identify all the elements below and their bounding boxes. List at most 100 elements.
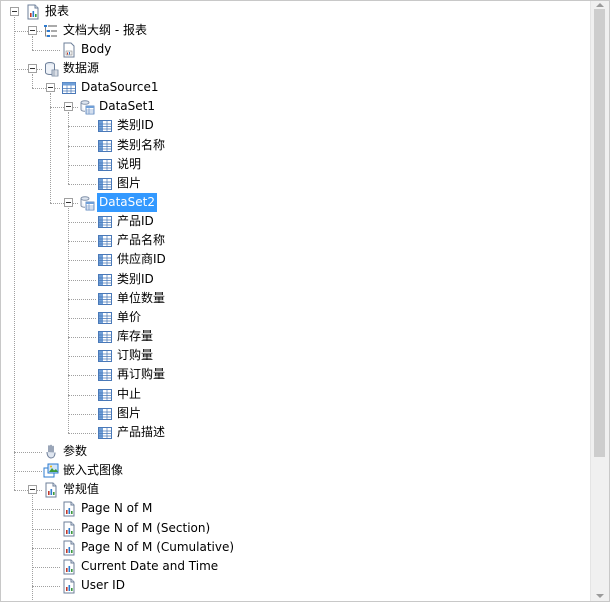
- tree-node-ds1-category-id[interactable]: 类别ID: [1, 116, 581, 135]
- image-icon: [43, 463, 59, 479]
- tree-node-label: 单价: [117, 309, 142, 324]
- tree-node-label: 文档大纲 - 报表: [63, 22, 147, 37]
- tree-node-dataset2[interactable]: DataSet2: [1, 193, 581, 212]
- dataset-icon: [79, 195, 95, 211]
- tree-node-label: 产品名称: [117, 233, 166, 248]
- collapse-toggle-icon[interactable]: [28, 485, 37, 495]
- tree-node-ds2-unit-qty[interactable]: 单位数量: [1, 289, 581, 308]
- field-icon: [97, 425, 113, 441]
- tree-node-label: 类别ID: [117, 118, 154, 133]
- outline-icon: [43, 23, 59, 39]
- tree-node-label: Page N of M (Section): [81, 520, 211, 535]
- dataset-icon: [79, 99, 95, 115]
- tree-node-label: 常规值: [63, 482, 100, 497]
- tree-node-report[interactable]: 报表: [1, 2, 581, 21]
- tree-node-ds2-stock[interactable]: 库存量: [1, 327, 581, 346]
- field-icon: [97, 406, 113, 422]
- tree-node-label: 中止: [117, 386, 142, 401]
- parameter-icon: [43, 444, 59, 460]
- tree-node-ds2-product-id[interactable]: 产品ID: [1, 212, 581, 231]
- tree-node-ds2-discontinued[interactable]: 中止: [1, 385, 581, 404]
- tree-node-label: 图片: [117, 405, 142, 420]
- value-icon: [61, 578, 77, 594]
- tree-node-label: 类别名称: [117, 137, 166, 152]
- collapse-toggle-icon[interactable]: [46, 83, 55, 93]
- value-icon: [61, 540, 77, 556]
- tree-node-label: 数据源: [63, 60, 100, 75]
- field-icon: [97, 367, 113, 383]
- tree-node-label: User ID: [81, 578, 125, 592]
- tree-node-ds2-picture[interactable]: 图片: [1, 404, 581, 423]
- tree-node-page-n-of-m-section[interactable]: Page N of M (Section): [1, 519, 581, 538]
- tree-node-label: DataSet1: [99, 99, 155, 114]
- tree-node-label: 产品ID: [117, 214, 154, 229]
- collapse-toggle-icon[interactable]: [28, 25, 37, 35]
- tree-node-label: 供应商ID: [117, 252, 166, 267]
- report-data-panel: 报表文档大纲 - 报表 Body 数据源 DataSource1 DataSet1 类别I…: [0, 0, 610, 602]
- tree-node-label: 单位数量: [117, 290, 166, 305]
- scroll-down-arrow-icon[interactable]: [596, 594, 604, 598]
- tree-node-ds1-description[interactable]: 说明: [1, 155, 581, 174]
- tree-node-label: 报表: [45, 3, 70, 18]
- value-icon: [61, 501, 77, 517]
- tree-node-ds1-picture[interactable]: 图片: [1, 174, 581, 193]
- tree-node-datasource1[interactable]: DataSource1: [1, 78, 581, 97]
- collapse-toggle-icon[interactable]: [64, 102, 73, 112]
- field-icon: [97, 387, 113, 403]
- field-icon: [97, 272, 113, 288]
- tree-node-label: DataSource1: [81, 80, 159, 95]
- tree-node-dataset1[interactable]: DataSet1: [1, 97, 581, 116]
- tree-node-parameters[interactable]: 参数: [1, 442, 581, 461]
- value-icon: [61, 559, 77, 575]
- tree-node-ds2-unit-price[interactable]: 单价: [1, 308, 581, 327]
- tree-node-outline[interactable]: 文档大纲 - 报表: [1, 21, 581, 40]
- report-icon: [25, 4, 41, 20]
- tree-node-label: 再订购量: [117, 367, 166, 382]
- tree-node-label: 产品描述: [117, 424, 166, 439]
- report-data-tree: 报表文档大纲 - 报表 Body 数据源 DataSource1 DataSet1 类别I…: [1, 1, 589, 601]
- tree-node-embedded-images[interactable]: 嵌入式图像: [1, 461, 581, 480]
- field-icon: [97, 291, 113, 307]
- tree-node-label: 订购量: [117, 348, 154, 363]
- collapse-toggle-icon[interactable]: [64, 198, 73, 207]
- tree-node-current-date-time[interactable]: Current Date and Time: [1, 557, 581, 576]
- field-icon: [97, 233, 113, 249]
- field-icon: [97, 214, 113, 230]
- tree-node-ds2-product-name[interactable]: 产品名称: [1, 231, 581, 250]
- field-icon: [97, 252, 113, 268]
- collapse-toggle-icon[interactable]: [10, 6, 19, 16]
- field-icon: [97, 157, 113, 173]
- tree-node-label: Page N of M: [81, 501, 153, 516]
- tree-node-page-n-of-m-cumulative[interactable]: Page N of M (Cumulative): [1, 538, 581, 557]
- field-icon: [97, 118, 113, 134]
- field-icon: [97, 138, 113, 154]
- field-icon: [97, 310, 113, 326]
- tree-node-label: 图片: [117, 175, 142, 190]
- field-icon: [97, 348, 113, 364]
- tree-node-page-n-of-m[interactable]: Page N of M: [1, 499, 581, 518]
- tree-node-label: Page N of M (Cumulative): [81, 539, 235, 554]
- field-icon: [97, 329, 113, 345]
- tree-node-ds2-product-desc[interactable]: 产品描述: [1, 423, 581, 442]
- tree-node-datasource-root[interactable]: 数据源: [1, 59, 581, 78]
- tree-node-common-values[interactable]: 常规值: [1, 480, 581, 499]
- tree-node-ds2-category-id[interactable]: 类别ID: [1, 270, 581, 289]
- tree-node-ds2-supplier-id[interactable]: 供应商ID: [1, 250, 581, 269]
- tree-node-label: 库存量: [117, 329, 154, 344]
- scroll-up-arrow-icon[interactable]: [596, 3, 604, 7]
- body-icon: [61, 42, 77, 58]
- scrollbar-thumb[interactable]: [594, 9, 605, 457]
- tree-node-label: Current Date and Time: [81, 558, 219, 573]
- tree-node-ds1-category-name[interactable]: 类别名称: [1, 136, 581, 155]
- table-icon: [61, 80, 77, 96]
- vertical-scrollbar[interactable]: [590, 1, 609, 601]
- tree-node-label: Body: [81, 41, 112, 56]
- tree-node-body[interactable]: Body: [1, 40, 581, 59]
- common-values-icon: [43, 482, 59, 498]
- datasource-icon: [43, 61, 59, 77]
- tree-node-label: 类别ID: [117, 271, 154, 286]
- tree-node-ds2-reorder[interactable]: 再订购量: [1, 365, 581, 384]
- collapse-toggle-icon[interactable]: [28, 63, 37, 73]
- tree-node-user-id[interactable]: User ID: [1, 576, 581, 595]
- tree-node-ds2-on-order[interactable]: 订购量: [1, 346, 581, 365]
